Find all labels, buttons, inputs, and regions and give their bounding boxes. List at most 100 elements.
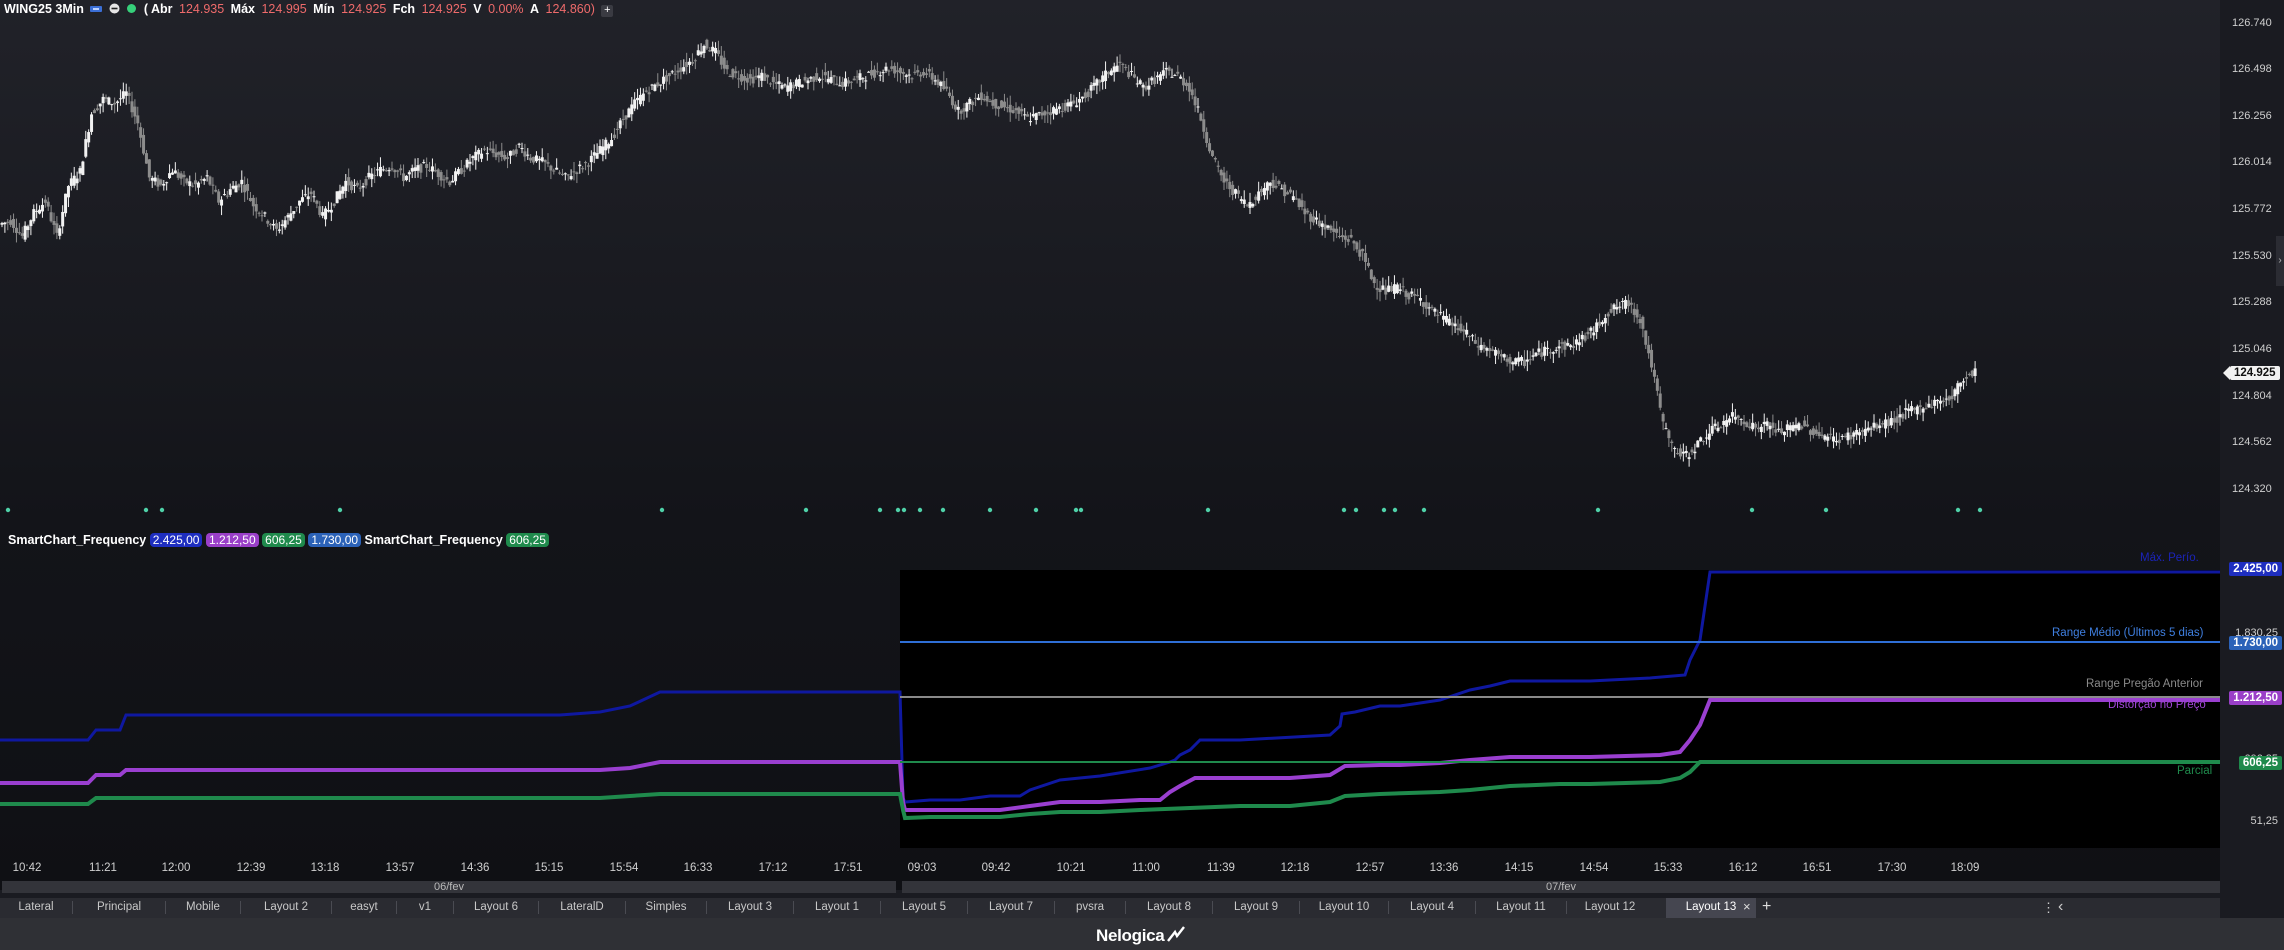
candle-body bbox=[783, 84, 787, 86]
candle-body bbox=[1491, 349, 1495, 351]
tab-layout-3[interactable]: Layout 3 bbox=[707, 898, 793, 918]
candle-body bbox=[881, 72, 885, 74]
candle-body bbox=[696, 50, 700, 56]
candle-body bbox=[768, 83, 772, 85]
more-options-icon[interactable]: ⋮ bbox=[2042, 898, 2055, 917]
candle-body bbox=[627, 108, 631, 118]
candle-body bbox=[1436, 314, 1440, 316]
signal-dot bbox=[1823, 507, 1829, 513]
candle-body bbox=[407, 172, 411, 175]
candle-body bbox=[1618, 306, 1622, 308]
candle-body bbox=[1678, 448, 1682, 457]
candle-body bbox=[601, 146, 605, 156]
candle-body bbox=[191, 185, 195, 187]
tab-simples[interactable]: Simples bbox=[626, 898, 706, 918]
candle-body bbox=[243, 184, 247, 193]
candle-body bbox=[1612, 304, 1616, 310]
indicator-chart[interactable] bbox=[0, 540, 2220, 860]
candle-body bbox=[78, 168, 82, 174]
candle-body bbox=[1017, 107, 1021, 114]
candle-body bbox=[40, 204, 44, 212]
tab-easyt[interactable]: easyt bbox=[332, 898, 396, 918]
candle-body bbox=[98, 103, 102, 107]
candle-body bbox=[376, 169, 380, 171]
candle-body bbox=[1794, 424, 1798, 429]
range-medio-label: Range Médio (Últimos 5 dias) bbox=[2052, 627, 2204, 639]
candle-body bbox=[182, 174, 186, 178]
chevron-right-icon[interactable]: › bbox=[2276, 236, 2284, 286]
tab-layout-6[interactable]: Layout 6 bbox=[454, 898, 538, 918]
candle-body bbox=[1736, 415, 1740, 418]
candle-body bbox=[1468, 336, 1472, 338]
tab-pvsra[interactable]: pvsra bbox=[1055, 898, 1125, 918]
candle-body bbox=[199, 178, 203, 181]
signal-dot bbox=[337, 507, 343, 513]
candle-body bbox=[1338, 235, 1342, 237]
time-tick: 09:42 bbox=[981, 862, 1011, 874]
candle-body bbox=[737, 78, 741, 80]
tab-layout-5[interactable]: Layout 5 bbox=[881, 898, 967, 918]
candle-body bbox=[563, 173, 567, 175]
tab-layout-12[interactable]: Layout 12 bbox=[1567, 898, 1653, 918]
add-tab-button[interactable]: + bbox=[1762, 897, 1771, 917]
candle-body bbox=[84, 139, 88, 157]
candle-body bbox=[667, 73, 671, 77]
candle-body bbox=[1340, 235, 1344, 238]
candle-body bbox=[338, 190, 342, 199]
candle-body bbox=[1774, 429, 1778, 433]
candle-body bbox=[185, 178, 189, 184]
signal-dot bbox=[159, 507, 165, 513]
close-icon[interactable]: × bbox=[1743, 898, 1751, 916]
tab-layout-10[interactable]: Layout 10 bbox=[1300, 898, 1388, 918]
tab-mobile[interactable]: Mobile bbox=[166, 898, 240, 918]
tab-laterald[interactable]: LateralD bbox=[539, 898, 625, 918]
candle-body bbox=[956, 106, 960, 110]
candle-body bbox=[1219, 169, 1223, 176]
candle-body bbox=[1433, 308, 1437, 312]
candle-body bbox=[1000, 100, 1004, 108]
tab-principal[interactable]: Principal bbox=[73, 898, 165, 918]
candle-body bbox=[1797, 423, 1801, 430]
candle-body bbox=[517, 143, 521, 145]
candle-body bbox=[1005, 107, 1009, 109]
candle-body bbox=[1257, 191, 1261, 201]
tab-v1[interactable]: v1 bbox=[397, 898, 453, 918]
candle-body bbox=[66, 186, 70, 198]
tab-lateral[interactable]: Lateral bbox=[0, 898, 72, 918]
time-axis[interactable]: 10:42 11:21 12:00 12:39 13:18 13:57 14:3… bbox=[0, 862, 2220, 876]
candle-body bbox=[378, 166, 382, 177]
candle-body bbox=[578, 164, 582, 167]
candle-body bbox=[1222, 172, 1226, 183]
candle-body bbox=[1011, 110, 1015, 114]
tab-layout-1[interactable]: Layout 1 bbox=[794, 898, 880, 918]
candle-body bbox=[1875, 423, 1879, 429]
tab-layout-11[interactable]: Layout 11 bbox=[1476, 898, 1566, 918]
candle-body bbox=[852, 78, 856, 81]
candle-body bbox=[251, 197, 255, 207]
candle-body bbox=[615, 128, 619, 130]
tab-layout-7[interactable]: Layout 7 bbox=[968, 898, 1054, 918]
candle-body bbox=[1447, 318, 1451, 326]
candle-body bbox=[61, 211, 65, 227]
candle-body bbox=[558, 172, 562, 174]
candle-body bbox=[630, 104, 634, 115]
price-chart[interactable] bbox=[0, 0, 2220, 520]
candle-body bbox=[612, 134, 616, 138]
candle-body bbox=[1234, 189, 1238, 194]
collapse-icon[interactable]: ‹ bbox=[2058, 897, 2063, 917]
time-tick: 15:54 bbox=[609, 862, 639, 874]
candle-body bbox=[1424, 302, 1428, 309]
price-tick: 125.288 bbox=[2232, 296, 2272, 308]
tab-layout-2[interactable]: Layout 2 bbox=[241, 898, 331, 918]
price-tick: 126.498 bbox=[2232, 63, 2272, 75]
time-tick: 12:57 bbox=[1355, 862, 1385, 874]
candle-body bbox=[656, 82, 660, 87]
tab-layout-8[interactable]: Layout 8 bbox=[1126, 898, 1212, 918]
candle-body bbox=[1427, 307, 1431, 309]
candle-body bbox=[1101, 75, 1105, 82]
candle-body bbox=[494, 152, 498, 158]
candle-body bbox=[676, 70, 680, 73]
tab-layout-4[interactable]: Layout 4 bbox=[1389, 898, 1475, 918]
candle-body bbox=[708, 50, 712, 52]
tab-layout-9[interactable]: Layout 9 bbox=[1213, 898, 1299, 918]
